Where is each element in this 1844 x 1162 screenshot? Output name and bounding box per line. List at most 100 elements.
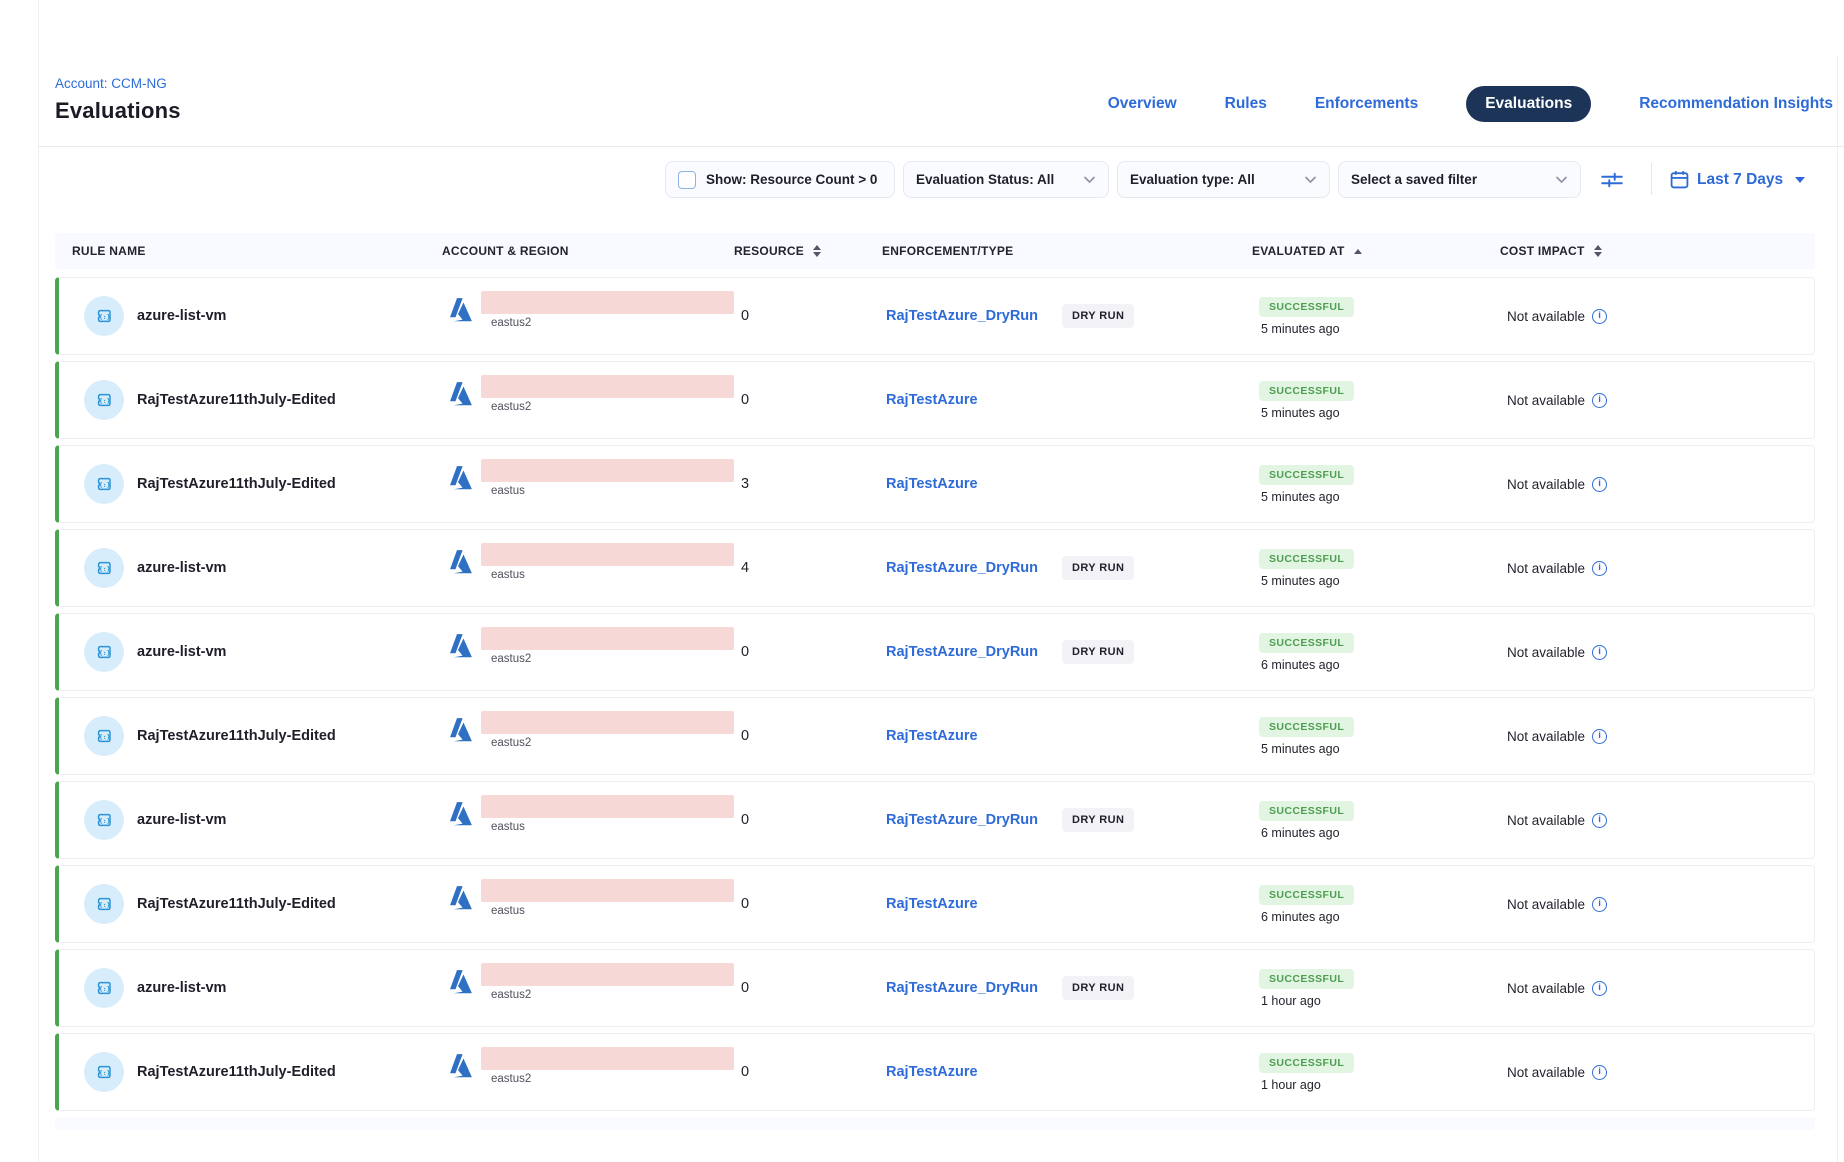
resource-count-cell: 0 — [738, 950, 886, 1026]
enforcement-link[interactable]: RajTestAzure_DryRun — [886, 560, 1062, 576]
enforcement-link[interactable]: RajTestAzure — [886, 392, 1062, 408]
redacted-account-name — [481, 711, 734, 734]
enforcement-link[interactable]: RajTestAzure_DryRun — [886, 308, 1062, 324]
enforcement-link[interactable]: RajTestAzure_DryRun — [886, 644, 1062, 660]
enforcement-cell: RajTestAzure_DryRun DRY RUN — [886, 782, 1256, 858]
evaluation-type-dropdown[interactable]: Evaluation type: All — [1117, 161, 1330, 198]
azure-icon — [446, 799, 476, 834]
info-icon[interactable]: i — [1592, 897, 1607, 912]
info-icon[interactable]: i — [1592, 1065, 1607, 1080]
cost-impact-value: Not available — [1507, 729, 1585, 744]
evaluated-at-cell: SUCCESSFUL 5 minutes ago — [1256, 362, 1504, 438]
region-label: eastus — [491, 485, 734, 497]
account-region-cell: eastus — [446, 866, 738, 942]
col-rule-name: RULE NAME — [55, 244, 442, 258]
resource-count-cell: 0 — [738, 362, 886, 438]
table-row[interactable]: {:} RajTestAzure11thJuly-Edited eastus 0… — [55, 865, 1815, 943]
resource-count-filter[interactable]: Show: Resource Count > 0 — [665, 161, 895, 198]
account-region-cell: eastus2 — [446, 950, 738, 1026]
info-icon[interactable]: i — [1592, 309, 1607, 324]
redacted-account-name — [481, 963, 734, 986]
status-badge: SUCCESSFUL — [1259, 717, 1354, 737]
evaluated-time: 1 hour ago — [1261, 994, 1321, 1008]
account-region-cell: eastus2 — [446, 614, 738, 690]
rule-icon: {:} — [84, 968, 124, 1008]
redacted-account-name — [481, 795, 734, 818]
enforcement-link[interactable]: RajTestAzure_DryRun — [886, 812, 1062, 828]
table-row[interactable]: {:} azure-list-vm eastus 0 RajTestAzure_… — [55, 781, 1815, 859]
resource-count-checkbox[interactable] — [678, 171, 696, 189]
table-row[interactable]: {:} RajTestAzure11thJuly-Edited eastus2 … — [55, 361, 1815, 439]
enforcement-link[interactable]: RajTestAzure — [886, 1064, 1062, 1080]
col-cost-impact[interactable]: COST IMPACT — [1500, 244, 1815, 258]
resource-count: 0 — [741, 896, 749, 912]
enforcement-cell: RajTestAzure — [886, 866, 1256, 942]
table-row[interactable]: {:} azure-list-vm eastus2 0 RajTestAzure… — [55, 277, 1815, 355]
table-row[interactable]: {:} RajTestAzure11thJuly-Edited eastus 3… — [55, 445, 1815, 523]
table-row[interactable]: {:} RajTestAzure11thJuly-Edited eastus2 … — [55, 697, 1815, 775]
nav-recommendation-insights[interactable]: Recommendation Insights — [1639, 95, 1833, 113]
filter-settings-button[interactable] — [1598, 166, 1626, 194]
azure-icon — [446, 1051, 476, 1086]
enforcement-link[interactable]: RajTestAzure — [886, 728, 1062, 744]
rule-icon: {:} — [84, 716, 124, 756]
svg-text:{:}: {:} — [99, 313, 111, 321]
nav-rules[interactable]: Rules — [1225, 95, 1267, 113]
dry-run-badge: DRY RUN — [1062, 976, 1134, 1000]
table-row[interactable]: {:} RajTestAzure11thJuly-Edited eastus2 … — [55, 1033, 1815, 1111]
sort-icon[interactable] — [1594, 245, 1602, 257]
cost-impact-cell: Not available i — [1504, 866, 1814, 942]
rule-name-cell: {:} azure-list-vm — [59, 950, 446, 1026]
rule-name: azure-list-vm — [137, 812, 226, 828]
sort-asc-icon[interactable] — [1354, 249, 1362, 254]
region-label: eastus2 — [491, 989, 734, 1001]
date-range-picker[interactable]: Last 7 Days — [1670, 161, 1805, 198]
info-icon[interactable]: i — [1592, 393, 1607, 408]
col-resource[interactable]: RESOURCE — [734, 244, 882, 258]
dry-run-badge: DRY RUN — [1062, 304, 1134, 328]
nav-enforcements[interactable]: Enforcements — [1315, 95, 1418, 113]
evaluated-at-cell: SUCCESSFUL 1 hour ago — [1256, 1034, 1504, 1110]
rule-name-cell: {:} RajTestAzure11thJuly-Edited — [59, 446, 446, 522]
evaluated-at-cell: SUCCESSFUL 1 hour ago — [1256, 950, 1504, 1026]
enforcement-cell: RajTestAzure_DryRun DRY RUN — [886, 950, 1256, 1026]
enforcement-link[interactable]: RajTestAzure_DryRun — [886, 980, 1062, 996]
evaluated-at-cell: SUCCESSFUL 5 minutes ago — [1256, 278, 1504, 354]
enforcement-link[interactable]: RajTestAzure — [886, 896, 1062, 912]
saved-filter-dropdown[interactable]: Select a saved filter — [1338, 161, 1581, 198]
evaluation-status-dropdown[interactable]: Evaluation Status: All — [903, 161, 1109, 198]
cost-impact-cell: Not available i — [1504, 1034, 1814, 1110]
redacted-account-name — [481, 879, 734, 902]
info-icon[interactable]: i — [1592, 729, 1607, 744]
info-icon[interactable]: i — [1592, 561, 1607, 576]
table-row[interactable]: {:} azure-list-vm eastus2 0 RajTestAzure… — [55, 949, 1815, 1027]
account-region-cell: eastus2 — [446, 362, 738, 438]
rule-name: azure-list-vm — [137, 980, 226, 996]
redacted-account-name — [481, 291, 734, 314]
col-evaluated-at[interactable]: EVALUATED AT — [1252, 244, 1500, 258]
info-icon[interactable]: i — [1592, 813, 1607, 828]
rule-name-cell: {:} RajTestAzure11thJuly-Edited — [59, 1034, 446, 1110]
info-icon[interactable]: i — [1592, 981, 1607, 996]
cost-impact-cell: Not available i — [1504, 530, 1814, 606]
nav-overview[interactable]: Overview — [1108, 95, 1177, 113]
nav-evaluations-active[interactable]: Evaluations — [1466, 86, 1591, 122]
table-row[interactable]: {:} azure-list-vm eastus 4 RajTestAzure_… — [55, 529, 1815, 607]
resource-count-cell: 4 — [738, 530, 886, 606]
breadcrumb[interactable]: Account: CCM-NG — [55, 76, 167, 91]
sort-icon[interactable] — [813, 245, 821, 257]
rule-name-cell: {:} azure-list-vm — [59, 278, 446, 354]
rule-icon: {:} — [84, 800, 124, 840]
rule-icon: {:} — [84, 1052, 124, 1092]
evaluated-at-cell: SUCCESSFUL 5 minutes ago — [1256, 698, 1504, 774]
cost-impact-value: Not available — [1507, 645, 1585, 660]
col-account-region: ACCOUNT & REGION — [442, 244, 734, 258]
rule-icon: {:} — [84, 548, 124, 588]
enforcement-link[interactable]: RajTestAzure — [886, 476, 1062, 492]
info-icon[interactable]: i — [1592, 477, 1607, 492]
table-row[interactable]: {:} azure-list-vm eastus2 0 RajTestAzure… — [55, 613, 1815, 691]
info-icon[interactable]: i — [1592, 645, 1607, 660]
svg-text:{:}: {:} — [99, 1069, 111, 1077]
status-badge: SUCCESSFUL — [1259, 297, 1354, 317]
azure-icon — [446, 547, 476, 582]
